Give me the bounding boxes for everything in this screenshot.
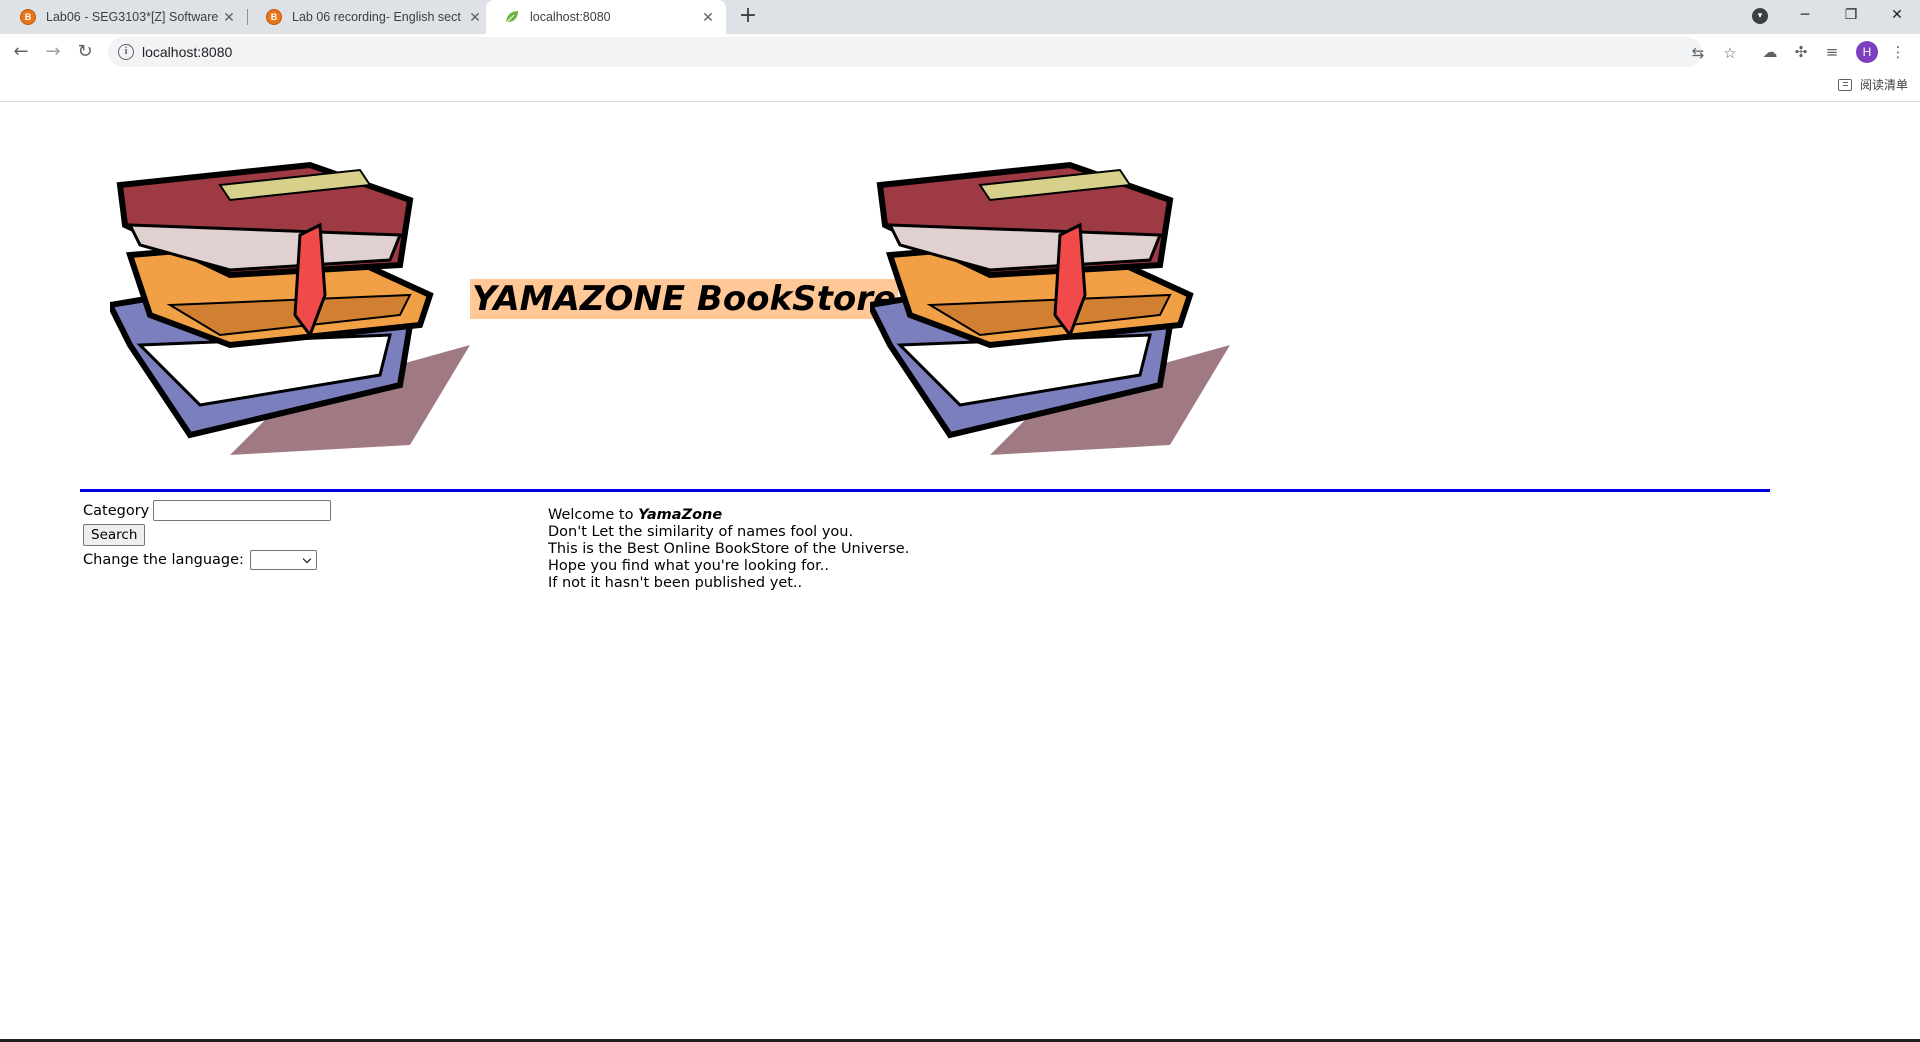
- menu-dots-icon[interactable]: ⋮: [1888, 42, 1908, 62]
- tab-title: Lab 06 recording- English sect: [292, 10, 461, 24]
- puzzle-icon[interactable]: ✣: [1791, 42, 1811, 62]
- welcome-line: If not it hasn't been published yet..: [548, 575, 803, 591]
- url-text: localhost:8080: [142, 44, 233, 60]
- tab-search-icon[interactable]: ▾: [1752, 8, 1768, 24]
- minimize-button[interactable]: ─: [1782, 0, 1828, 30]
- welcome-message: Welcome to YamaZone Don't Let the simila…: [548, 507, 909, 592]
- new-tab-button[interactable]: +: [736, 5, 760, 29]
- browser-toolbar: ← → ↻ i localhost:8080 ⇆ ☆ ☁ ✣ ≡ H ⋮: [0, 34, 1920, 70]
- language-select[interactable]: [249, 550, 317, 570]
- leaf-icon: [504, 9, 520, 25]
- tab-strip: B Lab06 - SEG3103*[Z] Software ✕ B Lab 0…: [0, 0, 1920, 34]
- page-content: YAMAZONE BookStore Category Search Chang…: [0, 103, 1920, 1042]
- category-input[interactable]: [153, 500, 332, 521]
- close-icon[interactable]: ✕: [221, 9, 237, 25]
- reload-icon[interactable]: ↻: [73, 40, 97, 64]
- tab-title: localhost:8080: [530, 10, 611, 24]
- reading-list-label: 阅读清单: [1859, 78, 1908, 92]
- blog-icon: B: [266, 9, 282, 25]
- category-label: Category: [83, 502, 150, 519]
- close-icon[interactable]: ✕: [700, 9, 716, 25]
- address-bar[interactable]: i localhost:8080 ⇆ ☆: [108, 37, 1737, 67]
- bookmark-star-icon[interactable]: ☆: [1720, 43, 1740, 63]
- welcome-line: This is the Best Online BookStore of the…: [548, 541, 910, 557]
- books-stack-image: [110, 161, 470, 455]
- media-control-icon[interactable]: ≡: [1822, 42, 1842, 62]
- translate-icon[interactable]: ⇆: [1688, 43, 1708, 63]
- close-window-button[interactable]: ✕: [1874, 0, 1920, 30]
- bookmarks-bar: 阅读清单: [0, 70, 1920, 102]
- welcome-line: Don't Let the similarity of names fool y…: [548, 524, 854, 540]
- extension-icon[interactable]: ☁: [1760, 42, 1780, 62]
- category-row: Category: [83, 500, 332, 521]
- tab-lab06-recording[interactable]: B Lab 06 recording- English sect ✕: [248, 0, 493, 34]
- welcome-line: Hope you find what you're looking for..: [548, 558, 829, 574]
- header-divider: [80, 489, 1770, 492]
- site-info-icon[interactable]: i: [118, 44, 134, 60]
- brand-name: YamaZone: [638, 507, 723, 523]
- back-arrow-icon[interactable]: ←: [9, 40, 33, 64]
- search-button[interactable]: Search: [83, 524, 146, 546]
- tab-title: Lab06 - SEG3103*[Z] Software: [46, 10, 219, 24]
- books-stack-image: [870, 161, 1230, 455]
- reading-list-button[interactable]: 阅读清单: [1837, 76, 1908, 93]
- restore-button[interactable]: ❐: [1828, 0, 1874, 30]
- forward-arrow-icon[interactable]: →: [41, 40, 65, 64]
- reading-list-icon: [1837, 78, 1852, 91]
- welcome-line: Welcome to YamaZone: [548, 507, 909, 524]
- tab-localhost[interactable]: localhost:8080 ✕: [486, 0, 726, 34]
- close-icon[interactable]: ✕: [467, 9, 483, 25]
- tab-lab06[interactable]: B Lab06 - SEG3103*[Z] Software ✕: [2, 0, 247, 34]
- language-row: Change the language:: [83, 550, 317, 570]
- page-title: YAMAZONE BookStore: [470, 279, 899, 319]
- welcome-intro: Welcome to: [548, 507, 639, 523]
- language-label: Change the language:: [83, 552, 244, 568]
- blog-icon: B: [20, 9, 36, 25]
- profile-avatar[interactable]: H: [1856, 41, 1878, 63]
